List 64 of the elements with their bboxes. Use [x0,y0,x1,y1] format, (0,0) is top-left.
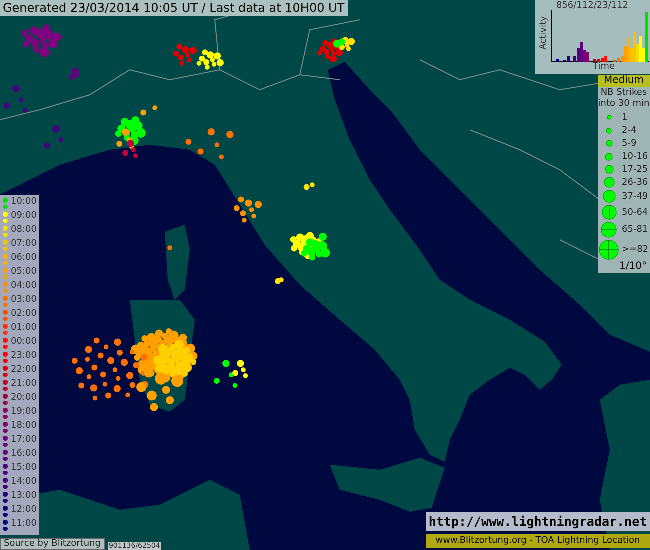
time-label: 07:00 [11,239,37,251]
strike-size-icon [606,115,612,120]
time-label: 14:00 [11,477,37,489]
strike-count-label: 10-16 [622,152,648,162]
grid-scale: 1/10° [618,261,648,273]
legend-title: NB Strikes into 30 min [598,87,650,111]
strike-count-label: 50-64 [622,208,648,218]
footer-credit: www.Blitzortung.org - TOA Lightning Location [426,534,650,548]
strike-count-label: 26-36 [622,178,648,188]
time-label: 18:00 [11,421,37,433]
time-label: 03:00 [11,295,37,307]
time-label: 11:00 [11,519,37,531]
website-url: http://www.lightningradar.net [426,512,650,531]
time-label: 01:00 [11,323,37,335]
x-axis-label: Time [593,62,616,72]
source-credit: Source by Blitzortung [0,538,105,550]
time-label: 13:00 [11,491,37,503]
generated-timestamp: Generated 23/03/2014 10:05 UT / Last data at 10H00 UT [0,0,348,16]
strike-size-icon [601,222,617,238]
strike-size-icon [604,177,614,188]
time-label: 16:00 [11,449,37,461]
intensity-level: Medium [598,75,650,87]
lightning-strike-cluster [69,68,80,80]
time-label: 19:00 [11,407,37,419]
time-label: 02:00 [11,309,37,321]
time-label: 22:00 [11,365,37,377]
lightning-strike-cluster [304,182,315,190]
lightning-strike-cluster [318,37,356,63]
time-label: 00:00 [11,337,37,349]
strike-count-label: 1 [622,112,628,122]
strike-count-label: 2-4 [622,126,637,136]
y-axis-label: Activity [538,16,549,50]
strike-size-icon [602,205,616,220]
time-label: 05:00 [11,267,37,279]
strike-count-label: >=82 [622,245,649,255]
strike-count-label: 65-81 [622,225,648,235]
lightning-strike-cluster [22,24,62,58]
lightning-strike-cluster [44,126,64,149]
lightning-strike-cluster [173,44,224,70]
time-label: 23:00 [11,351,37,363]
strike-count-label: 17-25 [622,164,648,174]
lightning-strike-cluster [234,196,262,223]
time-label: 04:00 [11,281,37,293]
time-label: 15:00 [11,463,37,475]
time-label: 08:00 [11,225,37,237]
lightning-strike-cluster [186,128,234,160]
lightning-strike-cluster [290,232,330,261]
time-label: 21:00 [11,379,37,391]
lightning-strike-cluster [168,246,172,250]
time-label: 06:00 [11,253,37,265]
strike-size-icon [606,128,612,134]
time-label: 17:00 [11,435,37,447]
strike-size-icon [602,190,616,203]
time-label: 12:00 [11,505,37,517]
time-label: 20:00 [11,393,37,405]
lightning-strike-cluster [214,360,248,388]
lightning-strike-cluster [4,85,28,113]
chart-title: 856/112/23/112 [555,1,630,11]
strike-size-icon [599,240,619,260]
time-label: 10:00 [11,197,37,209]
lightning-strike-cluster [275,278,284,284]
strike-count-label: 37-49 [622,192,648,202]
strike-count-label: 5-9 [622,138,637,148]
time-label: 09:00 [11,211,37,223]
